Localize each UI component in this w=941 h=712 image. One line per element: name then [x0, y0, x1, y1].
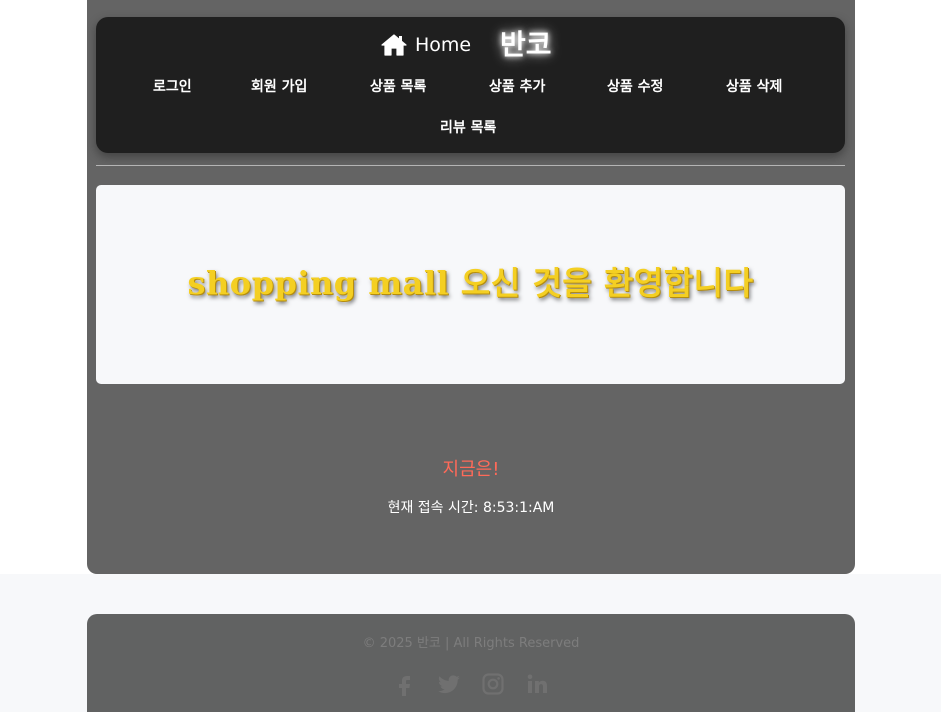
nav-product-list[interactable]: 상품 목록	[370, 76, 426, 96]
main-panel: Home 반코 로그인 회원 가입 상품 목록 상품 추가 상품 수정 상품 삭…	[87, 0, 855, 574]
nav-signup[interactable]: 회원 가입	[251, 76, 307, 96]
home-link[interactable]: Home	[381, 30, 471, 60]
social-links	[87, 672, 855, 696]
linkedin-icon[interactable]	[525, 672, 549, 696]
home-label: Home	[415, 34, 472, 56]
navbar: Home 반코 로그인 회원 가입 상품 목록 상품 추가 상품 수정 상품 삭…	[96, 17, 845, 153]
header-divider	[96, 165, 845, 166]
instagram-icon[interactable]	[481, 672, 505, 696]
twitter-icon[interactable]	[437, 672, 461, 696]
facebook-icon[interactable]	[393, 672, 417, 696]
nav-product-delete[interactable]: 상품 삭제	[726, 76, 782, 96]
home-icon	[381, 34, 407, 56]
copyright-text: © 2025 반코 | All Rights Reserved	[362, 636, 580, 651]
nav-product-add[interactable]: 상품 추가	[489, 76, 545, 96]
nav-product-edit[interactable]: 상품 수정	[607, 76, 663, 96]
footer: © 2025 반코 | All Rights Reserved	[87, 614, 855, 712]
nav-login[interactable]: 로그인	[153, 76, 192, 96]
nav-review-list[interactable]: 리뷰 목록	[440, 117, 496, 137]
welcome-banner: shopping mall 오신 것을 환영합니다	[96, 185, 845, 384]
welcome-text: shopping mall 오신 것을 환영합니다	[187, 263, 754, 302]
access-time: 현재 접속 시간: 8:53:1:AM	[387, 500, 555, 516]
brand-logo: 반코	[500, 28, 552, 61]
now-label: 지금은!	[442, 459, 500, 480]
